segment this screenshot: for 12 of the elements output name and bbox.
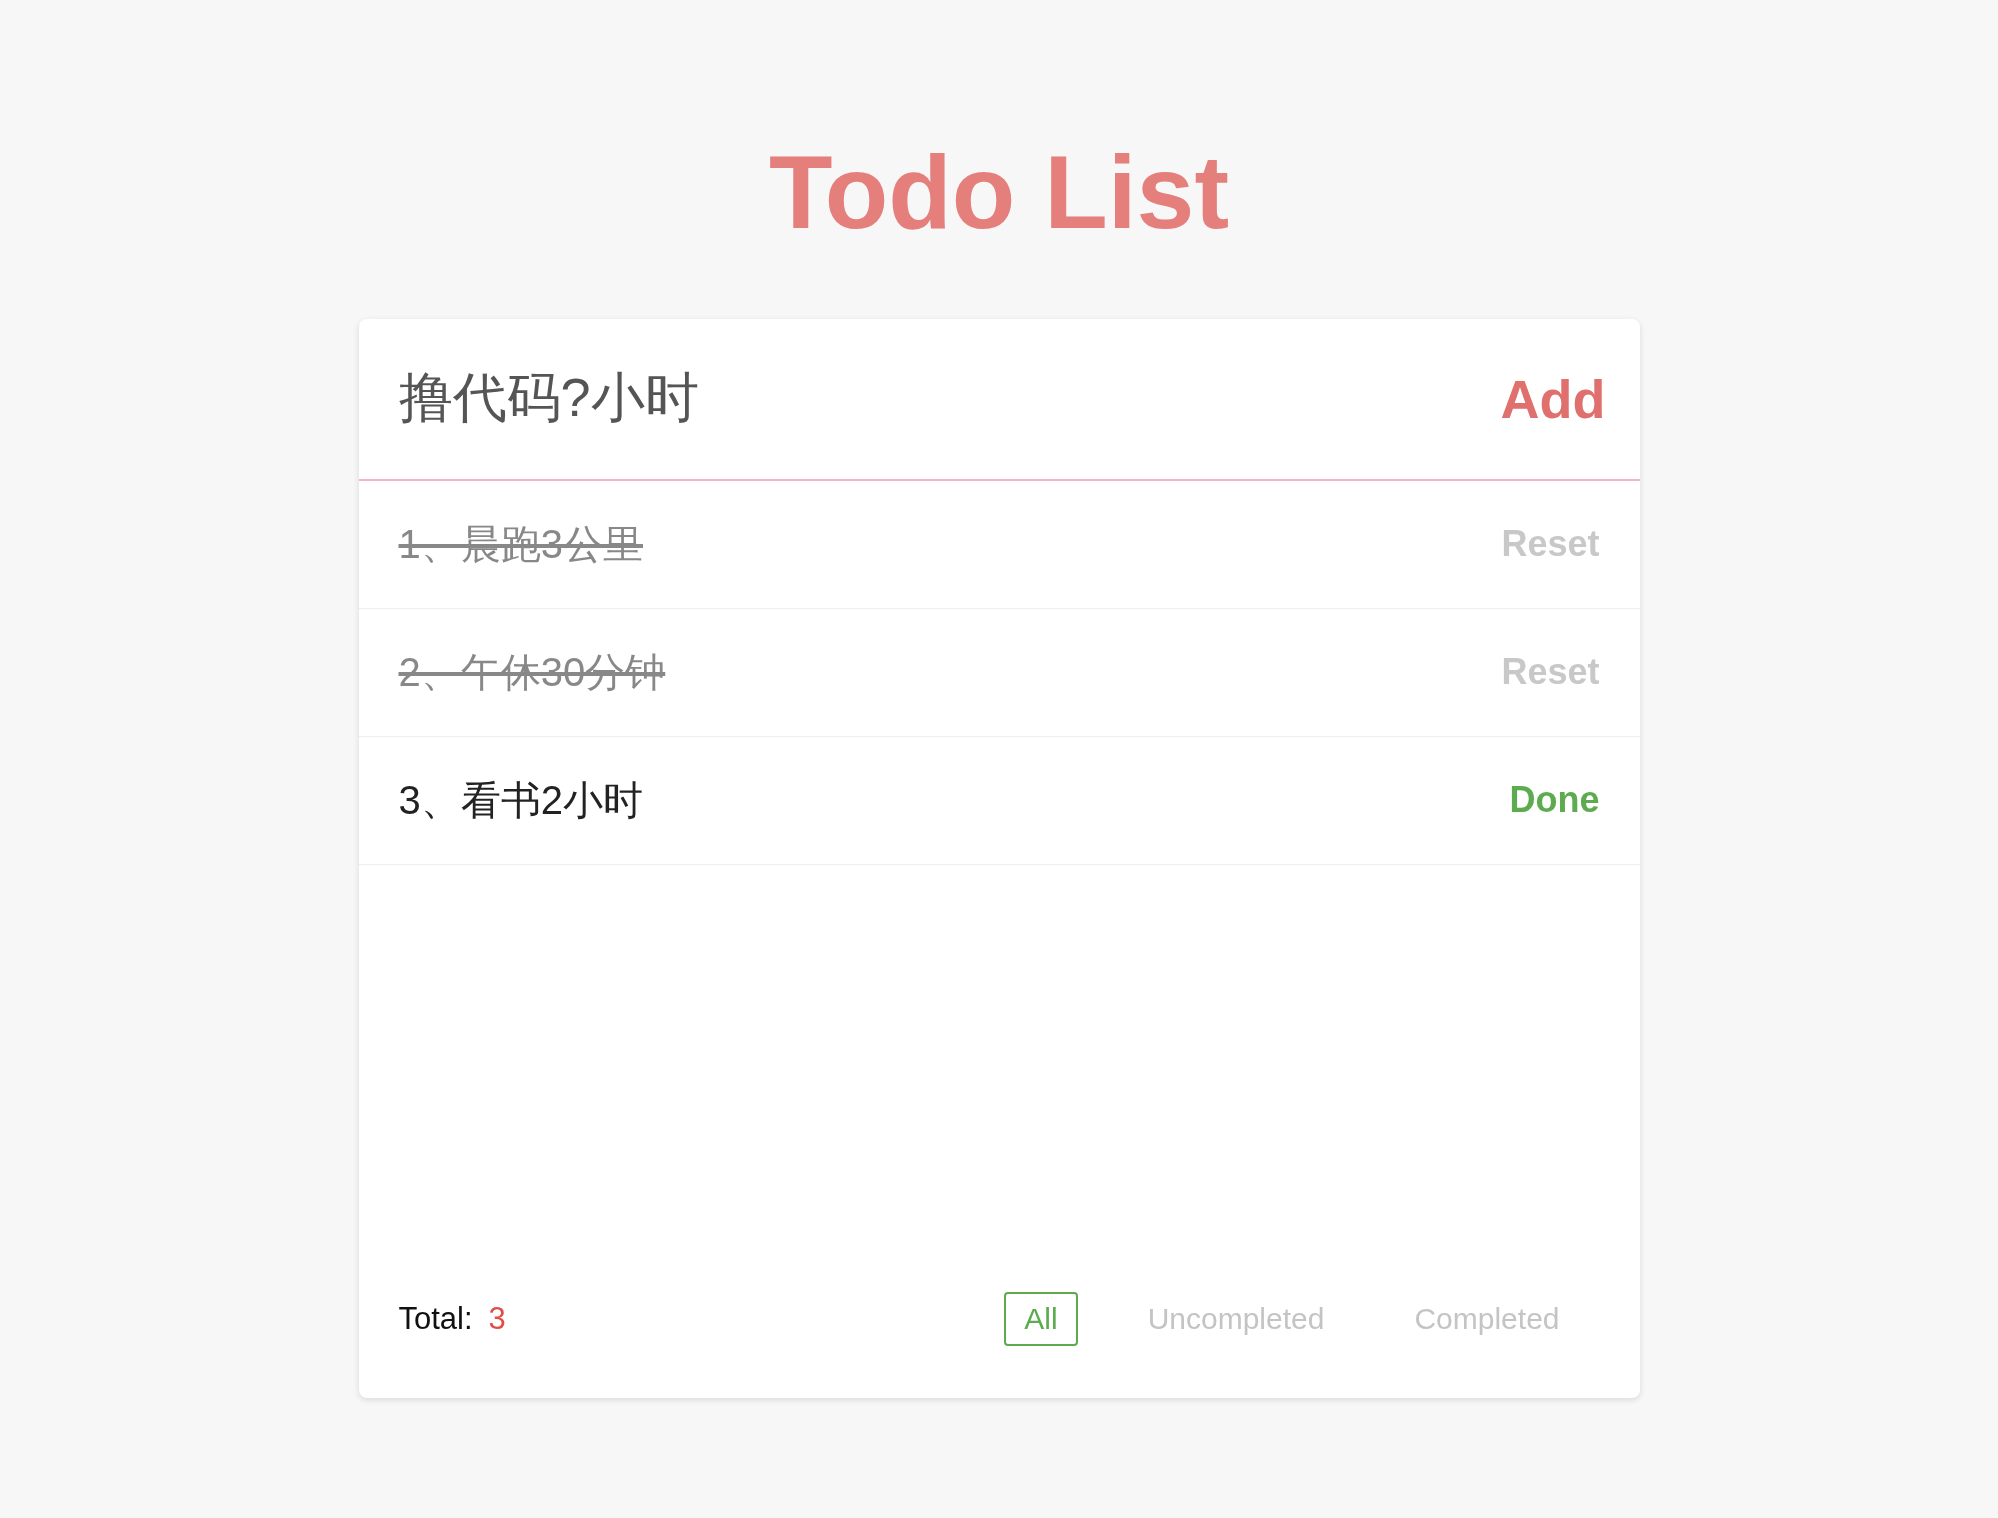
total-count: 3 — [488, 1300, 506, 1337]
add-button[interactable]: Add — [1500, 367, 1606, 430]
total-label: Total: — [398, 1300, 473, 1337]
todo-text: 2、午休30分钟 — [398, 648, 666, 696]
todo-input-field[interactable]: 撸代码?小时 — [398, 367, 1501, 430]
todo-text: 3、看书2小时 — [398, 776, 643, 824]
todo-text: 1、晨跑3公里 — [398, 520, 643, 568]
page-title: Todo List — [768, 133, 1230, 252]
filter-tab[interactable]: Uncompleted — [1127, 1291, 1345, 1346]
todo-action-button[interactable]: Done — [1509, 779, 1600, 822]
filter-tab[interactable]: Completed — [1394, 1291, 1580, 1346]
filter-tab[interactable]: All — [1004, 1291, 1078, 1346]
